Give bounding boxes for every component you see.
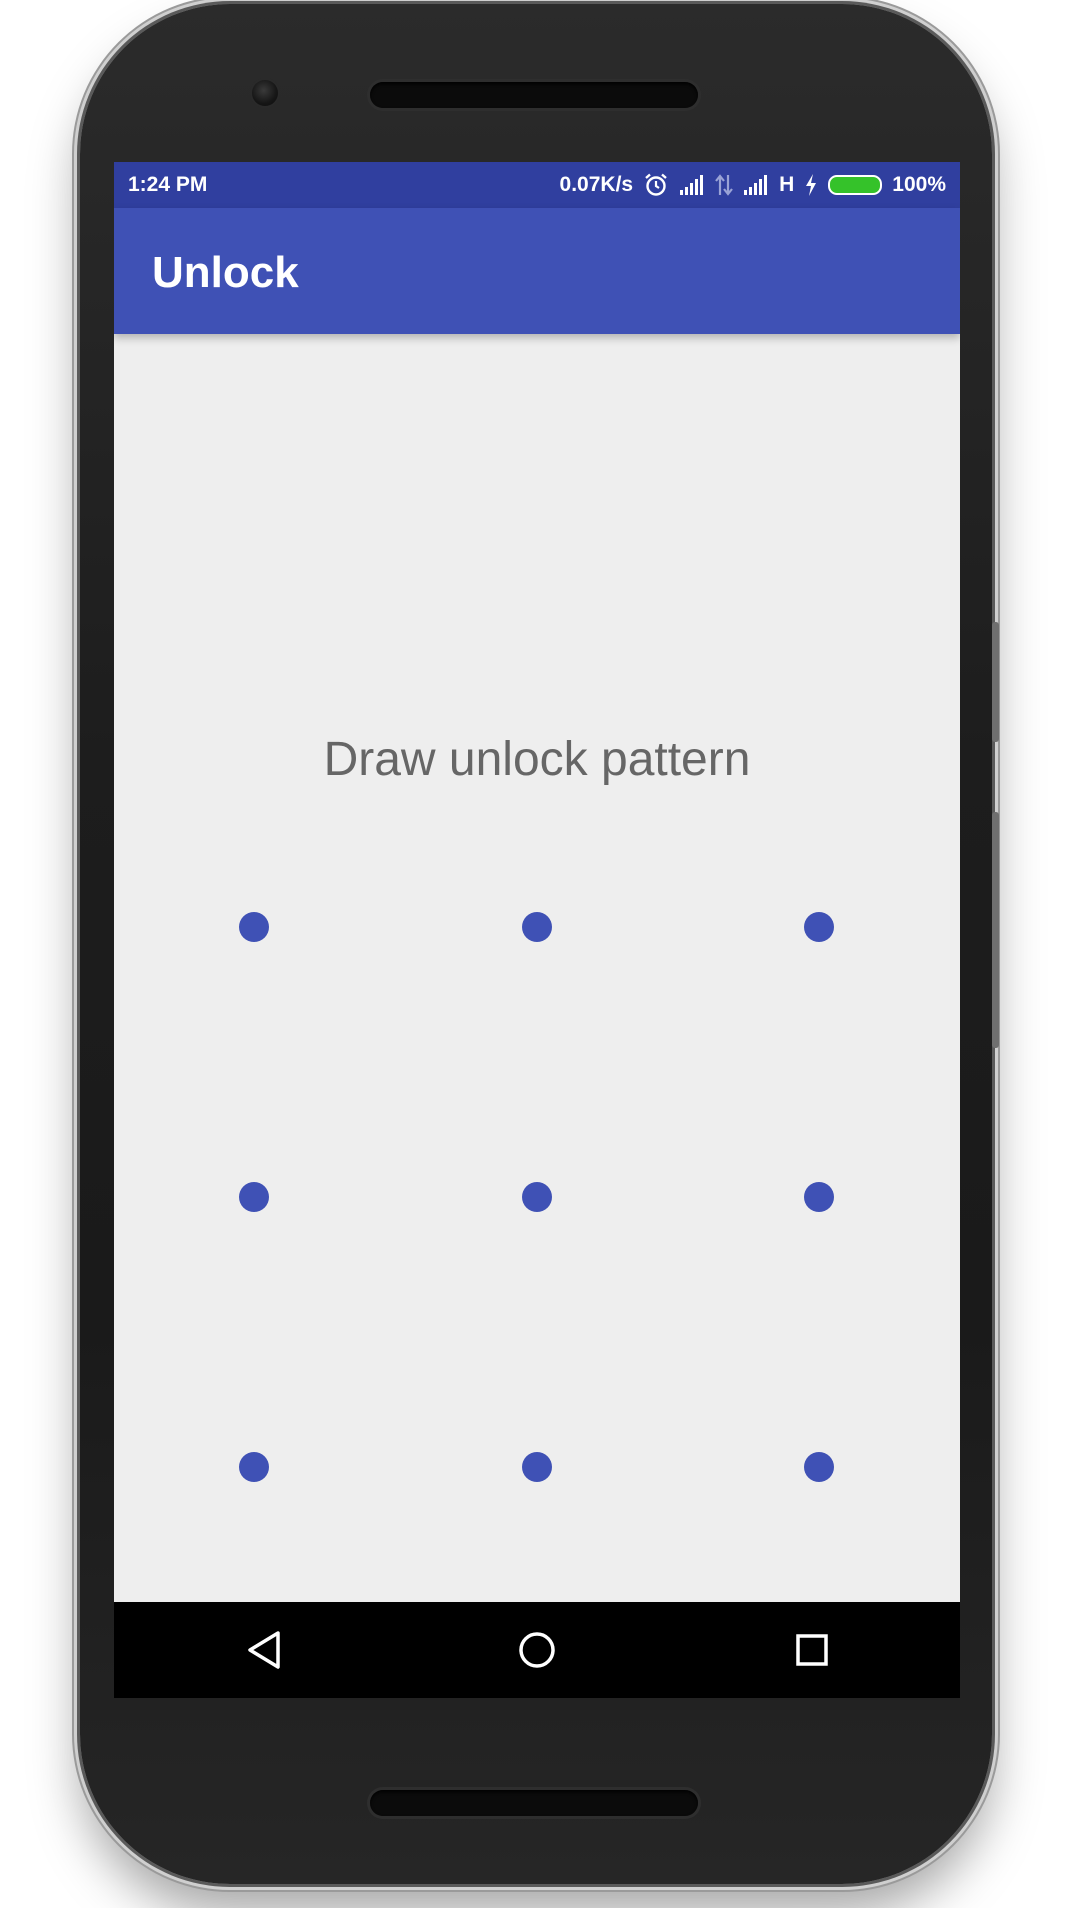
pattern-dot-3[interactable] xyxy=(804,912,834,942)
pattern-dot-1[interactable] xyxy=(239,912,269,942)
device-mockup: 1:24 PM 0.07K/s H 100% Unlock Draw unloc… xyxy=(0,0,1080,1908)
network-type: H xyxy=(779,173,795,196)
pattern-dot-4[interactable] xyxy=(239,1182,269,1212)
screen: 1:24 PM 0.07K/s H 100% Unlock Draw unloc… xyxy=(114,162,960,1698)
pattern-dot-8[interactable] xyxy=(522,1452,552,1482)
front-camera xyxy=(252,80,278,106)
bottom-speaker xyxy=(370,1790,698,1816)
app-bar: Unlock xyxy=(114,208,960,334)
signal-icon xyxy=(679,174,705,196)
status-time: 1:24 PM xyxy=(128,173,208,196)
navigation-bar xyxy=(114,1602,960,1698)
network-speed: 0.07K/s xyxy=(559,173,634,196)
volume-button xyxy=(992,812,999,1048)
pattern-dot-6[interactable] xyxy=(804,1182,834,1212)
pattern-dot-2[interactable] xyxy=(522,912,552,942)
back-icon[interactable] xyxy=(236,1622,292,1678)
pattern-prompt: Draw unlock pattern xyxy=(323,733,751,786)
pattern-dot-5[interactable] xyxy=(522,1182,552,1212)
status-icons: 0.07K/s H 100% xyxy=(560,170,946,200)
home-icon[interactable] xyxy=(509,1622,565,1678)
charging-icon xyxy=(804,173,818,197)
status-bar: 1:24 PM 0.07K/s H 100% xyxy=(114,162,960,208)
recents-icon[interactable] xyxy=(784,1622,840,1678)
pattern-dot-9[interactable] xyxy=(804,1452,834,1482)
pattern-dot-7[interactable] xyxy=(239,1452,269,1482)
top-speaker xyxy=(370,82,698,108)
power-button xyxy=(992,622,999,742)
alarm-icon xyxy=(643,172,669,198)
battery-icon xyxy=(828,175,883,195)
page-title: Unlock xyxy=(152,248,299,297)
data-arrows-icon xyxy=(715,173,733,197)
battery-level: 100% xyxy=(892,173,946,196)
signal-icon xyxy=(743,174,769,196)
